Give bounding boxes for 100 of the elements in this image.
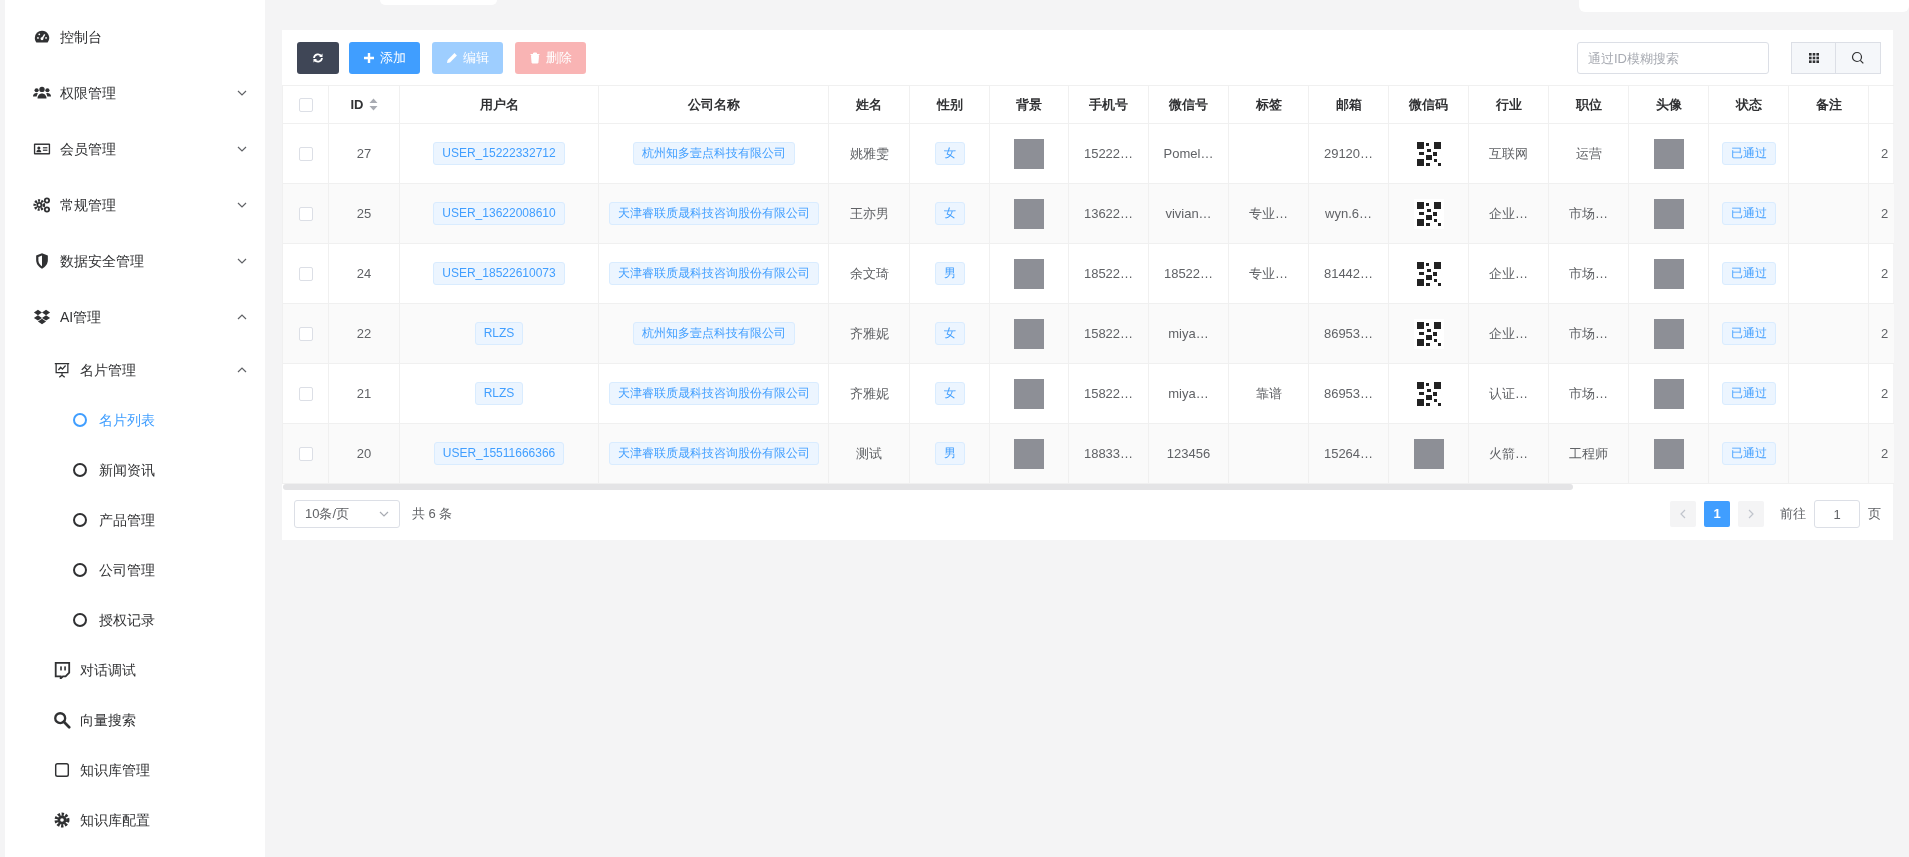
company-tag: 天津睿联质晟科技咨询股份有限公司: [608, 262, 819, 285]
wechat-cell: miya…: [1168, 325, 1209, 341]
photo-placeholder: [1014, 378, 1044, 409]
avatar-placeholder: [1653, 438, 1684, 469]
sidebar-item[interactable]: 产品管理: [5, 495, 265, 545]
name-cell: 余文琦: [849, 265, 889, 281]
id-cell: 22: [356, 325, 372, 341]
row-checkbox[interactable]: [298, 387, 313, 402]
sidebar-item[interactable]: AI管理: [5, 289, 265, 345]
sidebar-item[interactable]: 向量搜索: [5, 695, 265, 745]
avatar-placeholder: [1653, 258, 1684, 289]
search-icon: [1851, 51, 1865, 65]
square-icon: [53, 761, 71, 779]
refresh-icon: [312, 52, 324, 64]
row-checkbox[interactable]: [298, 327, 313, 342]
wechat-cell: 123456: [1166, 445, 1211, 461]
table-cell: 2: [1881, 325, 1889, 341]
avatar-placeholder: [1653, 318, 1684, 349]
company-tag: 杭州知多壹点科技有限公司: [632, 322, 795, 345]
search-icon: [53, 711, 71, 729]
column-header: 微信号: [1169, 96, 1208, 112]
row-checkbox[interactable]: [298, 207, 313, 222]
email-cell: 81442…: [1323, 265, 1374, 281]
column-header: 邮箱: [1335, 96, 1362, 112]
sidebar-item[interactable]: 名片管理: [5, 345, 265, 395]
industry-cell: 企业…: [1489, 205, 1528, 221]
name-cell: 测试: [856, 445, 882, 461]
position-cell: 工程师: [1569, 445, 1608, 461]
username-tag: USER_15511666366: [433, 442, 565, 465]
refresh-button[interactable]: [297, 42, 339, 74]
chevron-left-icon: [1678, 509, 1688, 519]
sort-icon: [368, 97, 378, 111]
sidebar-item[interactable]: 知识库管理: [5, 745, 265, 795]
sidebar-item[interactable]: 数据安全管理: [5, 233, 265, 289]
username-tag: RLZS: [474, 382, 524, 405]
row-checkbox[interactable]: [298, 447, 313, 462]
phone-cell: 18522…: [1083, 265, 1134, 281]
sidebar-item[interactable]: 授权记录: [5, 595, 265, 645]
chevron-down-icon: [237, 200, 247, 210]
gender-tag: 女: [934, 202, 965, 225]
username-tag: USER_13622008610: [433, 202, 565, 225]
grid-icon: [1807, 52, 1820, 64]
sidebar-item[interactable]: 新闻资讯: [5, 445, 265, 495]
position-cell: 市场…: [1569, 205, 1608, 221]
column-header: 性别: [936, 96, 963, 112]
company-tag: 天津睿联质晟科技咨询股份有限公司: [608, 442, 819, 465]
circle-icon: [73, 513, 87, 527]
chevron-up-icon: [237, 365, 247, 375]
sidebar-item[interactable]: 知识库配置: [5, 795, 265, 845]
select-all-checkbox[interactable]: [298, 98, 313, 113]
company-tag: 杭州知多壹点科技有限公司: [632, 142, 795, 165]
column-header: 微信码: [1409, 96, 1448, 112]
sidebar-item[interactable]: 公司管理: [5, 545, 265, 595]
search-field[interactable]: 通过ID模糊搜索: [1577, 42, 1769, 74]
column-header: 公司名称: [687, 96, 740, 112]
email-cell: wyn.6…: [1325, 205, 1372, 221]
phone-cell: 13622…: [1083, 205, 1134, 221]
sidebar-item[interactable]: 权限管理: [5, 65, 265, 121]
avatar-placeholder: [1653, 198, 1684, 229]
avatar-placeholder: [1653, 138, 1684, 169]
industry-cell: 认证…: [1489, 385, 1528, 401]
status-tag: 已通过: [1721, 142, 1776, 165]
username-tag: USER_18522610073: [433, 262, 565, 285]
row-checkbox[interactable]: [298, 147, 313, 162]
total-count: 共 6 条: [412, 505, 453, 524]
gender-tag: 男: [934, 262, 965, 285]
position-cell: 市场…: [1569, 325, 1608, 341]
presentation-chart-icon: [53, 361, 71, 379]
sidebar-item[interactable]: 对话调试: [5, 645, 265, 695]
column-header: 标签: [1255, 96, 1282, 112]
sidebar-item[interactable]: 常规管理: [5, 177, 265, 233]
photo-placeholder: [1014, 138, 1044, 169]
page-number-field[interactable]: 1: [1814, 500, 1860, 528]
page-size-select[interactable]: 10条/页: [294, 500, 400, 528]
phone-cell: 15222…: [1083, 145, 1134, 161]
sidebar-item[interactable]: 控制台: [5, 9, 265, 65]
column-header: 姓名: [856, 96, 882, 112]
photo-placeholder: [1014, 198, 1044, 229]
goto-label: 前往: [1780, 505, 1806, 524]
circle-icon: [73, 413, 87, 427]
photo-placeholder: [1014, 258, 1044, 289]
status-tag: 已通过: [1721, 442, 1776, 465]
gender-tag: 女: [934, 142, 965, 165]
chevron-down-icon: [237, 88, 247, 98]
wechat-cell: vivian…: [1165, 205, 1212, 221]
chevron-down-icon: [237, 144, 247, 154]
label-cell: 靠谱: [1255, 385, 1282, 401]
column-header: 背景: [1016, 96, 1042, 112]
chevron-down-icon: [237, 256, 247, 266]
column-header[interactable]: ID: [350, 96, 364, 112]
circle-icon: [73, 463, 87, 477]
sidebar-item[interactable]: 会员管理: [5, 121, 265, 177]
email-cell: 29120…: [1323, 145, 1374, 161]
industry-cell: 企业…: [1489, 265, 1528, 281]
column-header: 手机号: [1089, 96, 1128, 112]
grid-view-button[interactable]: [1791, 42, 1836, 74]
phone-cell: 18833…: [1083, 445, 1134, 461]
company-tag: 天津睿联质晟科技咨询股份有限公司: [608, 202, 819, 225]
row-checkbox[interactable]: [298, 267, 313, 282]
name-cell: 齐雅妮: [849, 385, 889, 401]
